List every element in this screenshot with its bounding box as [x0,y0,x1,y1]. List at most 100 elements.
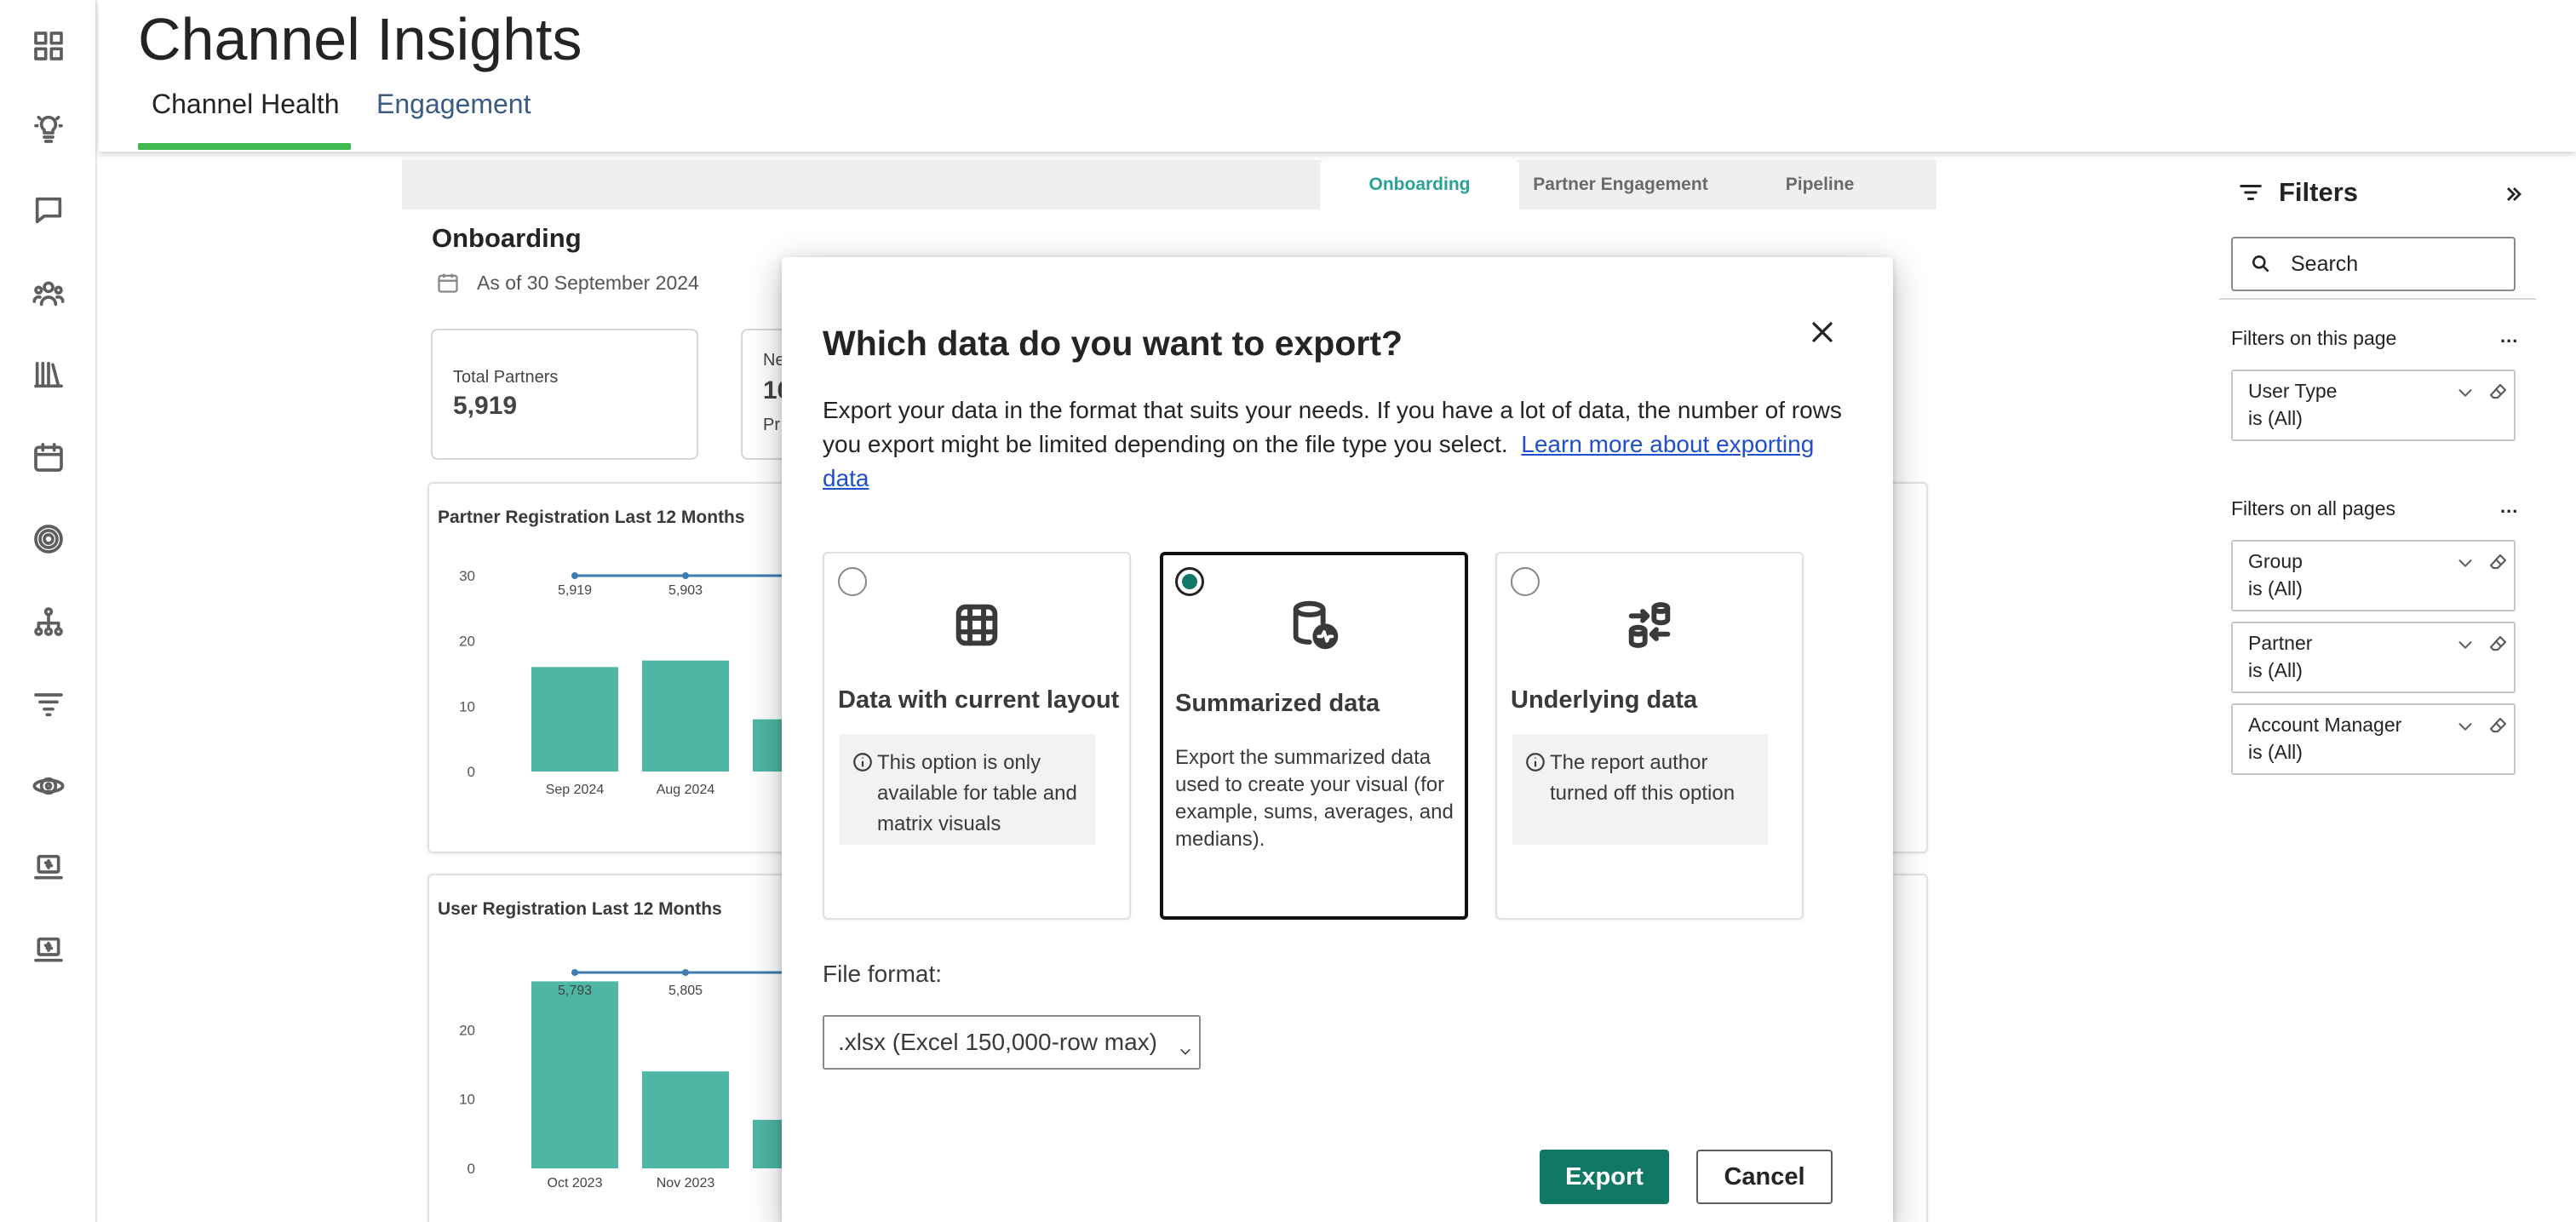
as-of-date: As of 30 September 2024 [436,271,699,295]
y-tick-label: 10 [459,1092,475,1108]
y-tick-label: 0 [468,764,475,780]
option-underlying-data[interactable]: Underlying data The report author turned… [1495,552,1804,920]
chevron-down-icon[interactable] [2456,635,2475,654]
x-tick-label: Oct 2023 [548,1176,603,1190]
radio-summarized-data[interactable] [1175,567,1204,596]
dashboard-icon[interactable] [28,26,69,66]
nav-partner-engagement[interactable]: Partner Engagement [1519,160,1722,209]
dialog-description: Export your data in the format that suit… [823,393,1845,496]
file-format-label: File format: [823,961,943,987]
calendar-icon[interactable] [28,437,69,478]
file-format-value: .xlsx (Excel 150,000-row max) [838,1029,1158,1055]
eraser-icon[interactable] [2488,634,2509,654]
chat-icon[interactable] [28,190,69,231]
data-label: 5,919 [558,583,592,598]
radio-current-layout[interactable] [838,567,867,596]
y-tick-label: 0 [468,1161,475,1177]
line-point [682,572,689,579]
lightbulb-icon[interactable] [28,108,69,149]
chevron-down-icon[interactable] [2456,383,2475,402]
table-grid-icon [824,598,1129,663]
export-button[interactable]: Export [1540,1150,1669,1204]
divider [2219,298,2536,300]
database-pulse-icon [1163,598,1465,663]
eraser-icon[interactable] [2488,715,2509,736]
export-data-dialog: Which data do you want to export? Export… [782,257,1893,1222]
filter-lines-icon[interactable] [28,683,69,724]
note-text: This option is only available for table … [877,751,1077,835]
line-point [571,572,578,579]
calendar-icon [438,273,458,293]
library-icon[interactable] [28,354,69,395]
filter-card-partner[interactable]: Partner is (All) [2231,622,2516,693]
filter-card-user-type[interactable]: User Type is (All) [2231,370,2516,441]
filter-name: Group [2248,550,2303,572]
filters-header: Filters [2238,177,2358,208]
chevron-down-icon[interactable] [2456,554,2475,572]
globe-icon[interactable] [28,766,69,806]
cancel-button[interactable]: Cancel [1696,1150,1833,1204]
y-tick-label: 10 [459,698,475,714]
filter-name: User Type [2248,380,2338,402]
eraser-icon[interactable] [2488,552,2509,572]
line-point [682,969,689,976]
app-title: Channel Insights [138,6,582,72]
tab-channel-health[interactable]: Channel Health [152,89,340,120]
more-options-button[interactable]: ... [2500,496,2518,518]
bar [531,981,618,1168]
filters-search-input[interactable]: Search [2231,237,2516,291]
filter-value: is (All) [2248,741,2303,763]
eraser-icon[interactable] [2488,382,2509,402]
page-title: Onboarding [432,223,582,253]
radio-underlying-data[interactable] [1511,567,1540,596]
org-chart-icon[interactable] [28,601,69,642]
data-label: 5,805 [668,984,703,998]
kpi-card-total-partners: Total Partners 5,919 [431,329,698,460]
as-of-text: As of 30 September 2024 [477,271,699,294]
data-label: 5,903 [668,583,703,598]
y-tick-label: 30 [459,568,475,584]
line-point [571,969,578,976]
x-tick-label: Aug 2024 [657,783,715,797]
filters-all-pages-label: Filters on all pages [2231,497,2396,519]
option-summarized-data[interactable]: Summarized data Export the summarized da… [1160,552,1468,920]
tab-engagement[interactable]: Engagement [376,89,531,120]
filters-pane: Filters Search Filters on this page ... … [2219,152,2576,1222]
y-tick-label: 20 [459,1022,475,1038]
bar [642,1071,729,1168]
nav-onboarding[interactable]: Onboarding [1320,160,1519,209]
laptop-dollar-icon-2[interactable] [28,930,69,971]
kpi-subtext: Pr [763,416,780,434]
filter-card-account-manager[interactable]: Account Manager is (All) [2231,703,2516,775]
filter-name: Partner [2248,632,2313,654]
option-current-layout[interactable]: Data with current layout This option is … [823,552,1131,920]
filter-value: is (All) [2248,577,2303,600]
chevron-down-icon [1179,1037,1192,1055]
bar [531,667,618,772]
chevron-down-icon[interactable] [2456,717,2475,736]
filters-this-page-label: Filters on this page [2231,327,2397,349]
more-options-button[interactable]: ... [2500,325,2518,347]
page-nav: Onboarding Partner Engagement Pipeline [402,160,1936,209]
kpi-value: 5,919 [453,392,518,420]
option-note: The report author turned off this option [1512,734,1768,845]
close-icon[interactable] [1804,313,1841,351]
collapse-filters-icon[interactable] [2502,182,2529,209]
data-label: 5,793 [558,984,592,998]
filters-title: Filters [2279,177,2359,207]
search-placeholder: Search [2291,251,2359,276]
file-format-select[interactable]: .xlsx (Excel 150,000-row max) [823,1015,1201,1070]
filter-name: Account Manager [2248,714,2402,736]
left-nav-rail [0,0,97,1222]
filter-value: is (All) [2248,659,2303,681]
option-note: This option is only available for table … [840,734,1095,845]
people-icon[interactable] [28,273,69,313]
dialog-title: Which data do you want to export? [823,324,1403,363]
nav-pipeline[interactable]: Pipeline [1722,160,1918,209]
y-tick-label: 20 [459,634,475,650]
app-header: Channel Insights Channel Health Engageme… [99,0,2576,152]
info-icon [1524,751,1546,773]
filter-card-group[interactable]: Group is (All) [2231,540,2516,611]
target-icon[interactable] [28,519,69,559]
laptop-dollar-icon[interactable] [28,847,69,888]
